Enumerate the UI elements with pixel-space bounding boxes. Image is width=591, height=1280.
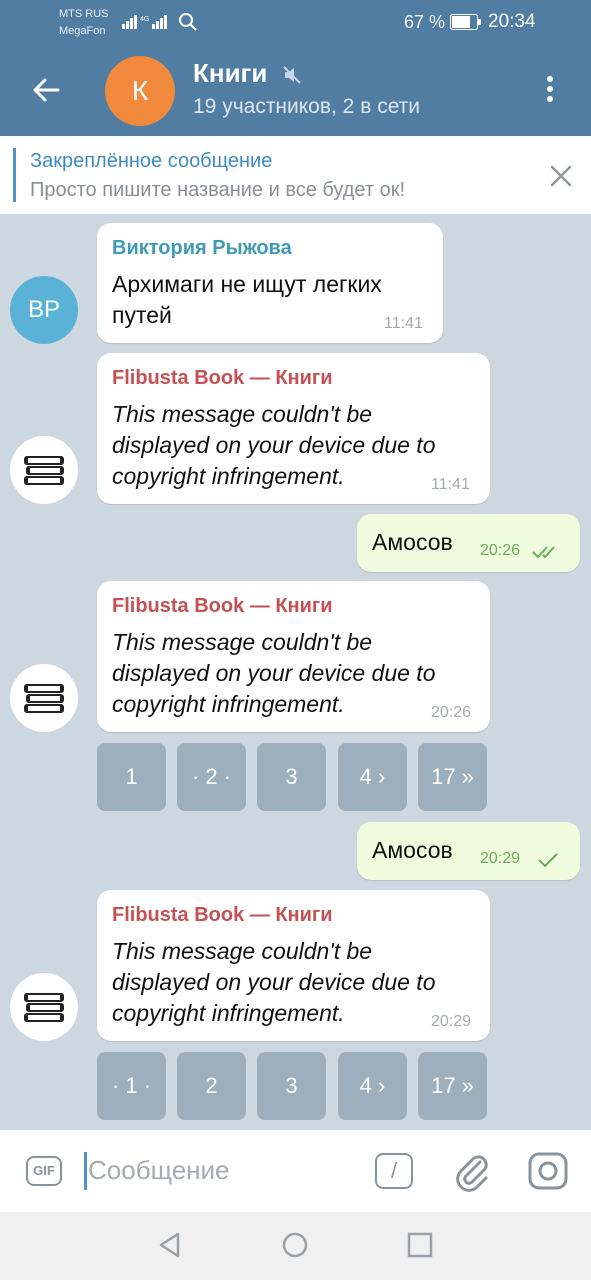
carrier-1: MTS RUS	[59, 8, 109, 20]
more-vert-icon[interactable]	[545, 76, 555, 106]
double-check-icon	[532, 546, 555, 559]
battery-icon	[450, 14, 481, 30]
books-icon	[24, 993, 64, 1022]
keyboard-button[interactable]: · 1 ·	[97, 1052, 166, 1120]
sender-name[interactable]: Виктория Рыжова	[112, 237, 292, 260]
message-time: 11:41	[384, 315, 423, 332]
books-icon	[24, 456, 64, 485]
message-text: Архимаги не ищут легких путей	[112, 271, 382, 328]
pinned-message-bar[interactable]	[0, 136, 591, 214]
carrier-info: MTS RUS MegaFon	[59, 6, 109, 40]
outgoing-message-bubble[interactable]: Амосов 20:29	[357, 822, 580, 880]
chat-title[interactable]: Книги	[193, 58, 267, 89]
signal-icon: 4G	[122, 15, 167, 29]
carrier-2: MegaFon	[59, 25, 106, 37]
message-bubble[interactable]: Flibusta Book — Книги This message could…	[97, 353, 490, 504]
bot-avatar[interactable]	[10, 436, 78, 504]
message-text: This message couldn't be displayed on yo…	[112, 401, 436, 489]
message-time: 20:26	[480, 542, 521, 559]
slash-label: /	[390, 1158, 398, 1183]
bot-commands-button[interactable]: /	[375, 1153, 413, 1189]
pinned-text: Просто пишите название и все будет ок!	[30, 179, 406, 201]
mute-icon	[283, 66, 301, 84]
avatar[interactable]: ВР	[10, 276, 78, 344]
message-bubble[interactable]: Виктория Рыжова Архимаги не ищут легких …	[97, 223, 443, 343]
pinned-accent-line	[13, 148, 16, 202]
message-text: This message couldn't be displayed on yo…	[112, 938, 436, 1026]
keyboard-button[interactable]: 17 »	[418, 743, 487, 811]
text-cursor	[84, 1152, 87, 1190]
bot-avatar[interactable]	[10, 973, 78, 1041]
check-icon	[538, 853, 558, 868]
keyboard-button[interactable]: 1	[97, 743, 166, 811]
message-time: 11:41	[431, 476, 470, 493]
keyboard-button[interactable]: 3	[257, 1052, 326, 1120]
message-bubble[interactable]: Flibusta Book — Книги This message could…	[97, 890, 490, 1041]
search-icon	[179, 13, 197, 31]
camera-icon[interactable]	[528, 1152, 568, 1190]
keyboard-button[interactable]: 4 ›	[338, 1052, 407, 1120]
outgoing-message-bubble[interactable]: Амосов 20:26	[357, 514, 580, 572]
message-bubble[interactable]: Flibusta Book — Книги This message could…	[97, 581, 490, 732]
pinned-title: Закреплённое сообщение	[30, 150, 273, 172]
books-icon	[24, 684, 64, 713]
sender-name[interactable]: Flibusta Book — Книги	[112, 904, 333, 927]
clock: 20:34	[488, 11, 536, 32]
message-text: Амосов	[372, 529, 453, 555]
keyboard-button[interactable]: · 2 ·	[177, 743, 246, 811]
chat-subtitle: 19 участников, 2 в сети	[193, 95, 421, 118]
keyboard-button[interactable]: 3	[257, 743, 326, 811]
bot-avatar[interactable]	[10, 664, 78, 732]
home-nav-icon[interactable]	[281, 1231, 309, 1259]
keyboard-button[interactable]: 2	[177, 1052, 246, 1120]
sender-name[interactable]: Flibusta Book — Книги	[112, 367, 333, 390]
message-time: 20:29	[480, 850, 521, 867]
message-input[interactable]: Сообщение	[88, 1155, 230, 1186]
message-time: 20:26	[431, 704, 472, 721]
battery-percent: 67 %	[404, 12, 446, 32]
chat-header	[0, 44, 591, 136]
message-time: 20:29	[431, 1013, 472, 1030]
message-text: This message couldn't be displayed on yo…	[112, 629, 436, 717]
attach-icon[interactable]	[452, 1150, 492, 1192]
close-icon[interactable]	[548, 163, 574, 189]
gif-button[interactable]: GIF	[26, 1156, 62, 1186]
recents-nav-icon[interactable]	[406, 1231, 434, 1259]
back-nav-icon[interactable]	[156, 1231, 184, 1259]
sender-name[interactable]: Flibusta Book — Книги	[112, 595, 333, 618]
keyboard-button[interactable]: 4 ›	[338, 743, 407, 811]
message-text: Амосов	[372, 837, 453, 863]
svg-text:4G: 4G	[140, 16, 149, 23]
group-avatar[interactable]: К	[105, 56, 175, 126]
back-arrow-icon[interactable]	[30, 74, 62, 106]
keyboard-button[interactable]: 17 »	[418, 1052, 487, 1120]
